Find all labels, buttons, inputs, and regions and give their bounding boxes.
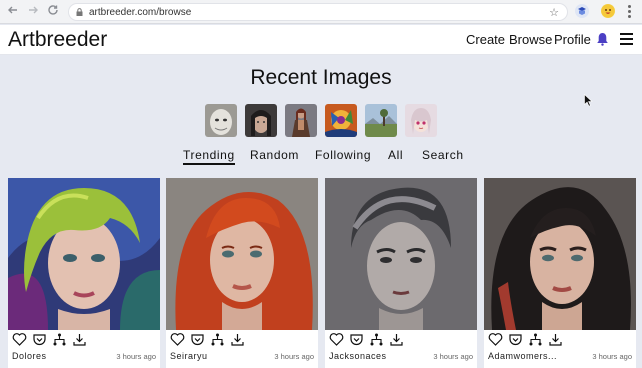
logo[interactable]: Artbreeder: [8, 28, 107, 52]
portraits-category[interactable]: [205, 104, 237, 137]
browse-tabs: Trending Random Following All Search: [0, 147, 642, 165]
card-artist[interactable]: Adamwomers...: [488, 350, 557, 362]
lock-icon: [76, 8, 83, 16]
general-category[interactable]: [325, 104, 357, 137]
image-card[interactable]: Dolores 3 hours ago: [8, 178, 160, 368]
nav-create[interactable]: Create: [466, 32, 505, 48]
mouse-cursor-icon: [584, 94, 593, 107]
card-image[interactable]: [8, 178, 160, 330]
page-title: Recent Images: [250, 66, 392, 89]
profile-emoji-icon[interactable]: [601, 4, 615, 18]
anime-category[interactable]: [405, 104, 437, 137]
hamburger-menu-icon[interactable]: [620, 33, 633, 48]
card-actions: [12, 332, 162, 348]
family-tree-icon[interactable]: [369, 332, 384, 347]
browser-toolbar: artbreeder.com/browse ☆: [0, 0, 642, 24]
tab-following[interactable]: Following: [315, 147, 371, 163]
heart-icon[interactable]: [488, 332, 503, 347]
tab-all[interactable]: All: [388, 147, 403, 163]
reload-icon[interactable]: [46, 4, 60, 18]
extension-icon[interactable]: [575, 4, 589, 18]
image-card[interactable]: Adamwomers... 3 hours ago: [484, 178, 636, 368]
pocket-save-icon[interactable]: [508, 332, 523, 347]
menu-dots-icon[interactable]: [628, 5, 632, 20]
card-artist[interactable]: Seiraryu: [170, 350, 208, 362]
pocket-save-icon[interactable]: [349, 332, 364, 347]
tab-trending[interactable]: Trending: [183, 147, 235, 165]
image-card[interactable]: Seiraryu 3 hours ago: [166, 178, 318, 368]
download-icon[interactable]: [72, 332, 87, 347]
card-artist[interactable]: Jacksonaces: [329, 350, 387, 362]
back-arrow-icon[interactable]: [6, 4, 20, 18]
heart-icon[interactable]: [329, 332, 344, 347]
tab-random[interactable]: Random: [250, 147, 299, 163]
card-actions: [488, 332, 638, 348]
bell-icon[interactable]: [596, 32, 609, 46]
tab-search[interactable]: Search: [422, 147, 464, 163]
download-icon[interactable]: [389, 332, 404, 347]
characters-category[interactable]: [285, 104, 317, 137]
site-header: Artbreeder Create Browse Profile: [0, 25, 642, 55]
card-image[interactable]: [484, 178, 636, 330]
heart-icon[interactable]: [12, 332, 27, 347]
star-icon[interactable]: ☆: [549, 5, 559, 21]
address-bar[interactable]: artbreeder.com/browse ☆: [68, 3, 568, 21]
image-card[interactable]: Jacksonaces 3 hours ago: [325, 178, 477, 368]
forward-arrow-icon[interactable]: [26, 4, 40, 18]
category-thumbnails: [205, 104, 440, 138]
family-tree-icon[interactable]: [210, 332, 225, 347]
family-tree-icon[interactable]: [52, 332, 67, 347]
card-timestamp: 3 hours ago: [274, 352, 314, 361]
download-icon[interactable]: [548, 332, 563, 347]
pocket-save-icon[interactable]: [190, 332, 205, 347]
heart-icon[interactable]: [170, 332, 185, 347]
url-text: artbreeder.com/browse: [89, 7, 192, 18]
family-tree-icon[interactable]: [528, 332, 543, 347]
download-icon[interactable]: [230, 332, 245, 347]
anime-portraits-category[interactable]: [245, 104, 277, 137]
card-timestamp: 3 hours ago: [433, 352, 473, 361]
card-image[interactable]: [325, 178, 477, 330]
nav-browse[interactable]: Browse: [509, 32, 552, 48]
nav-profile[interactable]: Profile: [554, 32, 591, 48]
pocket-save-icon[interactable]: [32, 332, 47, 347]
card-actions: [170, 332, 320, 348]
card-timestamp: 3 hours ago: [592, 352, 632, 361]
card-artist[interactable]: Dolores: [12, 350, 47, 362]
landscapes-category[interactable]: [365, 104, 397, 137]
card-image[interactable]: [166, 178, 318, 330]
card-timestamp: 3 hours ago: [116, 352, 156, 361]
card-actions: [329, 332, 479, 348]
